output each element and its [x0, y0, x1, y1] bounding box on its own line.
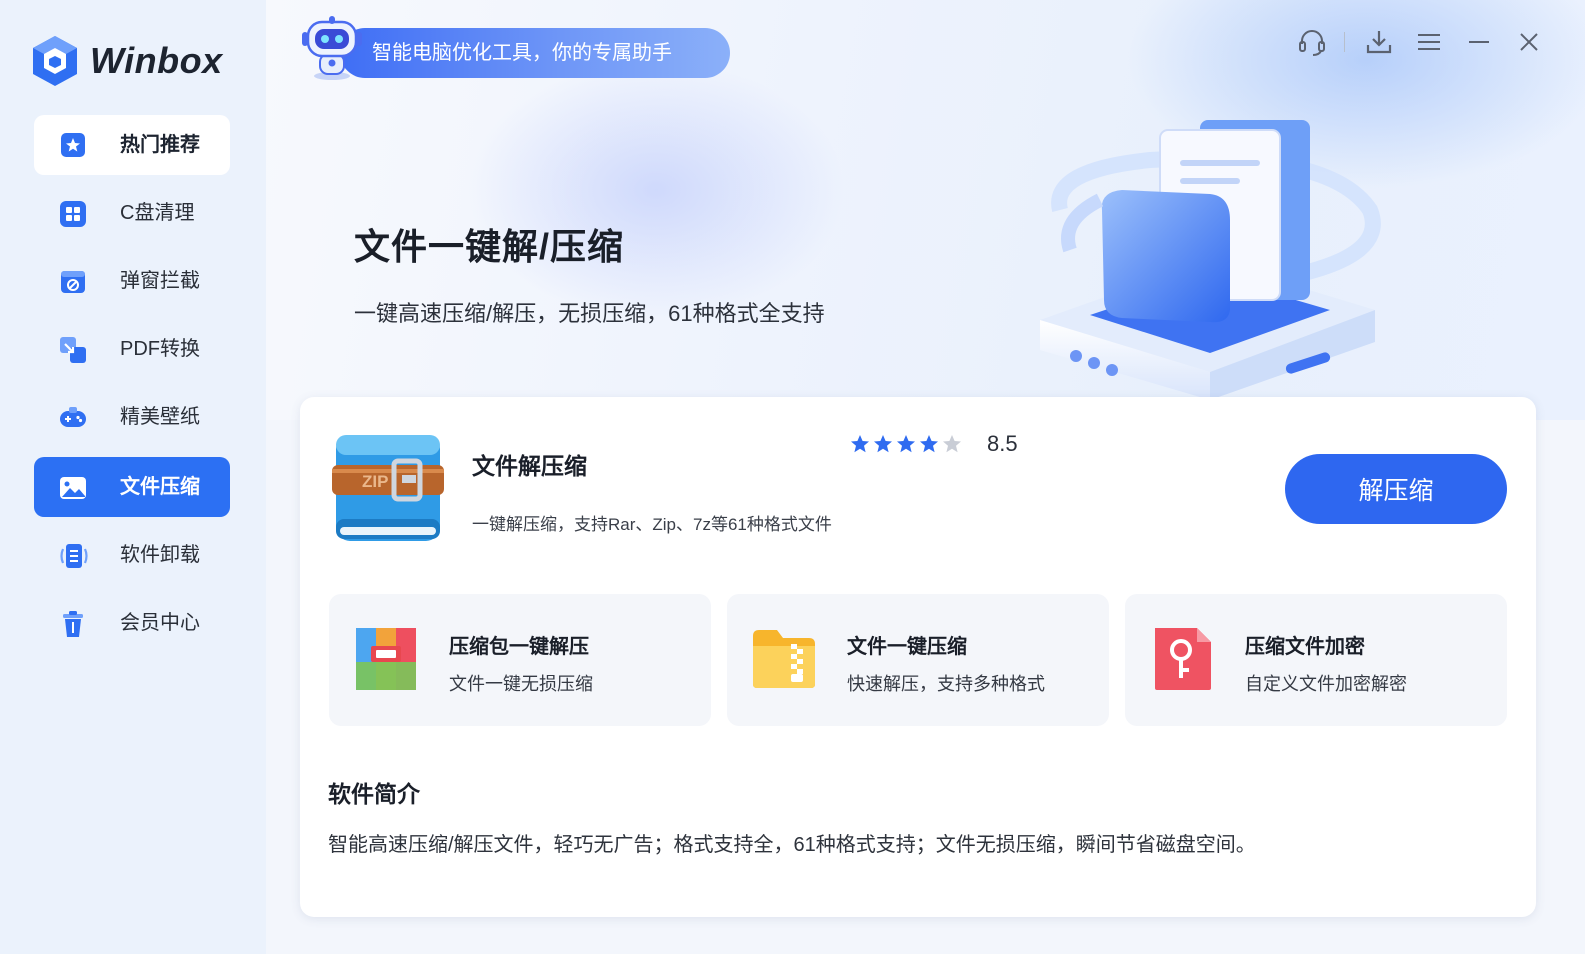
download-button[interactable] [1363, 26, 1395, 58]
feature-desc: 快速解压，支持多种格式 [847, 674, 1045, 694]
star-filled-icon [897, 435, 915, 453]
sidebar: Winbox 热门推荐 C盘清理 弹窗拦截 PDF转换 精美壁纸 文件压缩 软件… [0, 0, 266, 954]
image-icon [60, 477, 86, 499]
archive-box-icon [356, 628, 416, 690]
window-controls [1278, 26, 1545, 58]
popup-block-icon [61, 271, 85, 293]
sidebar-item-compress[interactable]: 文件压缩 [34, 457, 230, 517]
sidebar-item-vip[interactable]: 会员中心 [34, 593, 230, 653]
sidebar-item-hot[interactable]: 热门推荐 [34, 115, 230, 175]
support-button[interactable] [1296, 26, 1328, 58]
hero-subtitle: 一键高速压缩/解压，无损压缩，61种格式全支持 [354, 301, 825, 326]
rating: 8.5 [850, 431, 1018, 457]
feature-title: 文件一键压缩 [847, 636, 967, 658]
app-name: Winbox [90, 40, 223, 81]
sidebar-item-label: 热门推荐 [120, 134, 200, 156]
intro-title: 软件简介 [328, 781, 420, 807]
uninstall-icon [60, 544, 88, 568]
key-file-icon [1155, 628, 1211, 690]
sidebar-item-label: 软件卸载 [120, 544, 200, 566]
zip-archive-app-icon: ZIP [332, 435, 444, 541]
feature-title: 压缩文件加密 [1245, 636, 1365, 658]
product-name: 文件解压缩 [472, 453, 587, 479]
banner-glow [466, 60, 846, 320]
slogan-pill: 智能电脑优化工具，你的专属助手 [340, 28, 730, 78]
download-icon [1366, 31, 1392, 54]
star-filled-icon [920, 435, 938, 453]
close-button[interactable] [1513, 26, 1545, 58]
minimize-button[interactable] [1463, 26, 1495, 58]
robot-mascot-icon [302, 16, 362, 80]
menu-button[interactable] [1413, 26, 1445, 58]
feature-card[interactable]: 压缩包一键解压 文件一键无损压缩 [329, 594, 711, 726]
sidebar-item-label: 精美壁纸 [120, 406, 200, 428]
convert-icon [60, 337, 86, 363]
hero-title: 文件一键解/压缩 [354, 226, 625, 267]
intro-text: 智能高速压缩/解压文件，轻巧无广告；格式支持全，61种格式支持；文件无损压缩，瞬… [328, 834, 1256, 856]
star-filled-icon [851, 435, 869, 453]
sidebar-item-c-clean[interactable]: C盘清理 [34, 183, 230, 243]
star-filled-icon [874, 435, 892, 453]
grid-icon [60, 201, 86, 227]
sidebar-item-wallpaper[interactable]: 精美壁纸 [34, 387, 230, 447]
star-badge-icon [61, 133, 85, 157]
minimize-icon [1469, 41, 1489, 43]
gamepad-icon [60, 407, 86, 427]
winbox-logo-icon [33, 36, 77, 86]
sidebar-item-label: C盘清理 [120, 202, 195, 224]
menu-icon [1418, 34, 1440, 50]
product-description: 一键解压缩，支持Rar、Zip、7z等61种格式文件 [472, 515, 832, 534]
feature-card[interactable]: 文件一键压缩 快速解压，支持多种格式 [727, 594, 1109, 726]
feature-desc: 文件一键无损压缩 [449, 674, 593, 694]
feature-card[interactable]: 压缩文件加密 自定义文件加密解密 [1125, 594, 1507, 726]
sidebar-item-label: 会员中心 [120, 612, 200, 634]
star-empty-icon [943, 435, 961, 453]
sidebar-item-label: 弹窗拦截 [120, 270, 200, 292]
decompress-button[interactable]: 解压缩 [1285, 454, 1507, 524]
feature-title: 压缩包一键解压 [449, 636, 589, 658]
sidebar-item-pdf[interactable]: PDF转换 [34, 319, 230, 379]
slogan-text: 智能电脑优化工具，你的专属助手 [372, 42, 672, 64]
product-card: ZIP 文件解压缩 一键解压缩，支持Rar、Zip、7z等61种格式文件 8.5… [300, 397, 1536, 917]
app-logo: Winbox [30, 34, 223, 88]
divider [1344, 32, 1345, 52]
zip-folder-icon [753, 630, 815, 688]
close-icon [1520, 33, 1538, 51]
svg-text:ZIP: ZIP [362, 472, 388, 491]
feature-desc: 自定义文件加密解密 [1245, 674, 1407, 694]
rating-score: 8.5 [987, 431, 1018, 456]
sidebar-item-popup-block[interactable]: 弹窗拦截 [34, 251, 230, 311]
sidebar-item-label: 文件压缩 [120, 476, 200, 498]
trash-icon [63, 611, 83, 637]
sidebar-item-uninstall[interactable]: 软件卸载 [34, 525, 230, 585]
file-server-illustration [1040, 120, 1381, 400]
sidebar-item-label: PDF转换 [120, 338, 200, 360]
headset-icon [1299, 30, 1325, 56]
